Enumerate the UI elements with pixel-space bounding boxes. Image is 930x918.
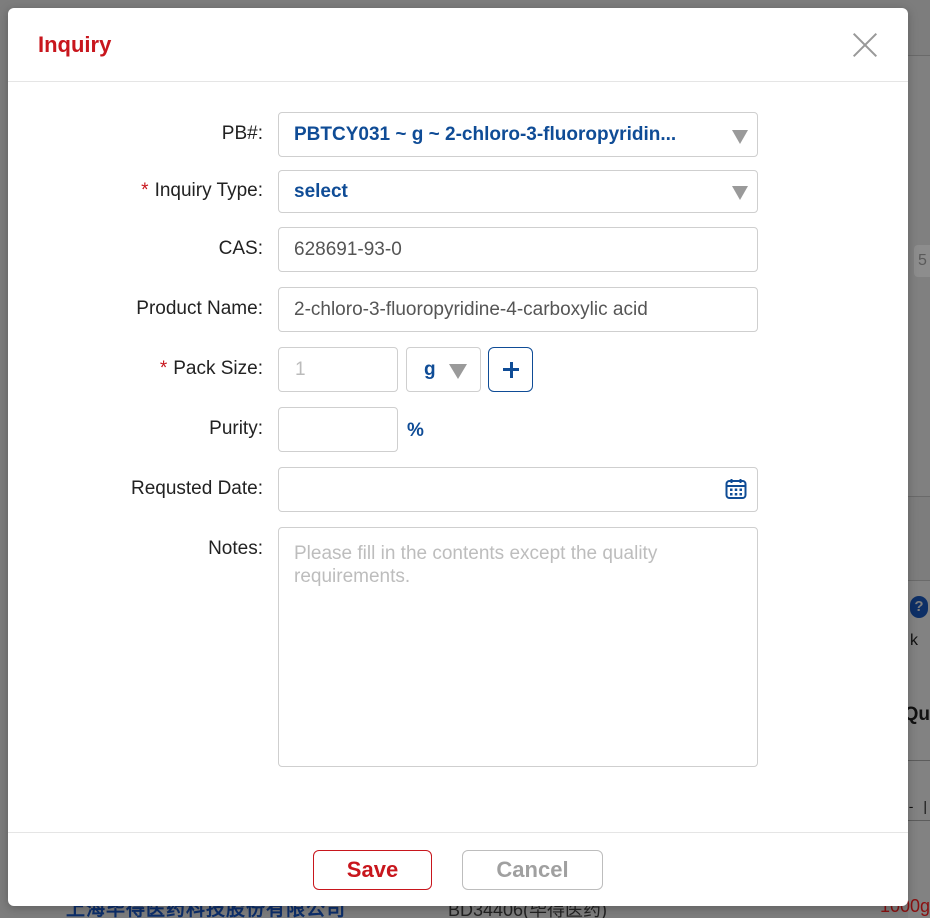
cas-input[interactable]: 628691-93-0 (278, 227, 758, 272)
modal-title: Inquiry (38, 32, 112, 57)
product-name-input[interactable]: 2-chloro-3-fluoropyridine-4-carboxylic a… (278, 287, 758, 332)
requested-date-label: Requsted Date: (130, 478, 263, 499)
background-divider (908, 760, 930, 761)
pack-size-label: * Pack Size: (8, 358, 263, 380)
purity-input[interactable] (278, 407, 398, 452)
save-button[interactable]: Save (313, 850, 432, 890)
product-name-label: Product Name: (136, 298, 263, 319)
background-panel-lower (908, 580, 930, 918)
notes-textarea[interactable]: Please fill in the contents except the q… (278, 527, 758, 767)
pack-size-label-text: Pack Size: (173, 358, 263, 379)
inquiry-type-label-text: Inquiry Type: (154, 180, 263, 201)
pack-size-input[interactable]: 1 (278, 347, 398, 392)
modal-footer: Save Cancel (8, 832, 908, 906)
notes-label: Notes: (208, 538, 263, 559)
inquiry-type-select[interactable]: select (278, 170, 758, 213)
pb-select-value: PBTCY031 ~ g ~ 2-chloro-3-fluoropyridin.… (294, 124, 677, 145)
background-divider (908, 820, 930, 821)
chevron-down-icon (449, 364, 467, 379)
modal-header: Inquiry (8, 8, 908, 82)
purity-unit: % (407, 420, 424, 441)
purity-label: Purity: (209, 418, 263, 439)
pack-unit-value: g (424, 359, 436, 380)
chevron-down-icon (732, 130, 748, 144)
background-table-cells: - | (908, 798, 930, 814)
cas-label: CAS: (218, 238, 263, 259)
background-text: k (910, 632, 918, 649)
background-chip: 5 (914, 245, 930, 277)
calendar-icon[interactable] (725, 478, 747, 500)
requested-date-input[interactable] (278, 467, 758, 512)
chevron-down-icon (732, 186, 748, 200)
pb-select[interactable]: PBTCY031 ~ g ~ 2-chloro-3-fluoropyridin.… (278, 112, 758, 157)
pack-unit-select[interactable]: g (406, 347, 481, 392)
close-icon[interactable] (848, 28, 882, 62)
add-pack-size-button[interactable] (488, 347, 533, 392)
help-icon: ? (910, 596, 928, 618)
inquiry-modal: Inquiry PB#: PBTCY031 ~ g ~ 2-chloro-3-f… (8, 8, 908, 906)
inquiry-type-select-value: select (294, 181, 348, 202)
inquiry-type-label: * Inquiry Type: (8, 180, 263, 202)
pb-label: PB#: (221, 123, 263, 144)
required-mark: * (141, 180, 149, 201)
cancel-button[interactable]: Cancel (462, 850, 603, 890)
required-mark: * (159, 358, 168, 379)
